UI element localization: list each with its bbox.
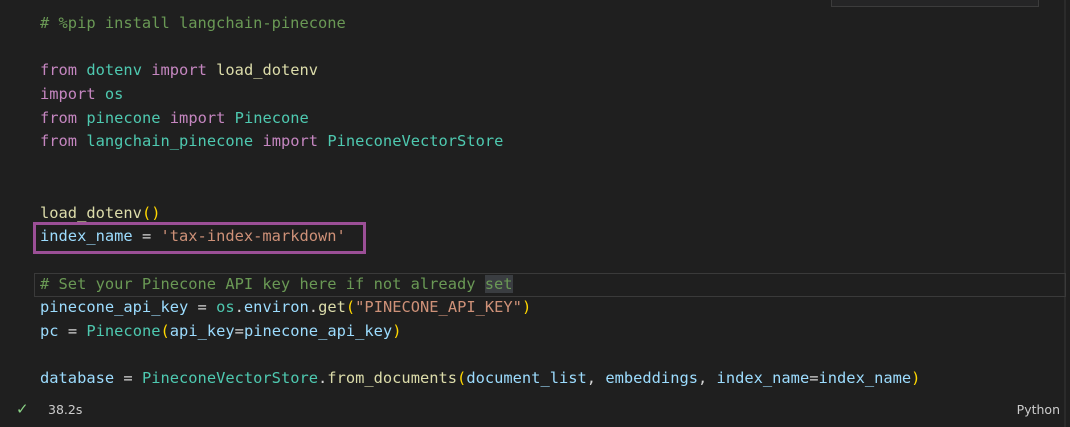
code-line[interactable]: pc = Pinecone(api_key=pinecone_api_key) (40, 320, 920, 344)
code-token: ( (457, 369, 467, 388)
code-token: "PINECONE_API_KEY" (355, 298, 522, 317)
code-token: embeddings (605, 369, 698, 388)
code-token: ( (345, 298, 356, 317)
code-token: , (586, 369, 606, 388)
execution-time: 38.2s (48, 402, 83, 417)
code-line[interactable] (40, 178, 920, 202)
code-token: dotenv (86, 61, 142, 80)
annotation-highlight-box (33, 222, 366, 254)
code-token: database (40, 369, 115, 388)
code-token: import (169, 108, 226, 127)
cell-status-bar: ✓ 38.2s Python (0, 398, 1066, 424)
code-token: ( (160, 321, 170, 340)
code-line[interactable]: database = PineconeVectorStore.from_docu… (40, 367, 920, 391)
check-icon: ✓ (16, 400, 29, 418)
code-token: index_name (818, 369, 912, 388)
code-line[interactable] (40, 36, 920, 60)
code-token: set (484, 274, 513, 293)
code-line[interactable]: from pinecone import Pinecone (40, 107, 920, 131)
code-token: pinecone_api_key (40, 298, 189, 317)
code-token: Pinecone (234, 108, 309, 127)
code-token: pc (40, 321, 59, 340)
code-token: import (262, 132, 319, 151)
code-token: load_dotenv (216, 61, 319, 80)
code-token: from (40, 108, 78, 127)
code-line[interactable]: # Set your Pinecone API key here if not … (40, 273, 920, 297)
code-token: get (318, 298, 346, 317)
code-token: = (188, 298, 217, 317)
code-token: import (40, 85, 96, 104)
code-token: api_key (169, 321, 235, 340)
code-token: pinecone (86, 108, 161, 127)
code-line[interactable]: # %pip install langchain-pinecone (40, 12, 920, 36)
find-widget[interactable] (831, 0, 1039, 7)
code-token: , (698, 369, 717, 388)
code-token: os (216, 298, 235, 317)
code-token: pinecone_api_key (243, 321, 393, 340)
code-token: . (308, 298, 319, 317)
code-token: . (318, 369, 328, 388)
code-token: from (40, 61, 78, 80)
code-token: from (40, 132, 78, 151)
code-token: PineconeVectorStore (141, 369, 319, 388)
code-editor[interactable]: # %pip install langchain-pinecone from d… (40, 12, 920, 391)
code-token: ) (911, 369, 921, 388)
code-line[interactable]: from langchain_pinecone import PineconeV… (40, 130, 920, 154)
code-token: document_list (466, 369, 587, 388)
code-token: () (141, 203, 161, 222)
code-token: = (234, 321, 244, 340)
code-token: Pinecone (86, 321, 161, 340)
code-line[interactable]: pinecone_api_key = os.environ.get("PINEC… (40, 296, 920, 320)
code-token: langchain_pinecone (86, 132, 254, 151)
notebook-code-cell[interactable]: # %pip install langchain-pinecone from d… (0, 0, 1066, 427)
code-token: = (809, 369, 819, 388)
cell-language-picker[interactable]: Python (1017, 402, 1060, 417)
code-token: = (114, 369, 142, 388)
code-token: ) (521, 298, 532, 317)
code-token: PineconeVectorStore (327, 132, 504, 151)
code-token: import (151, 61, 207, 80)
code-token: from_documents (327, 369, 458, 388)
code-line[interactable]: from dotenv import load_dotenv (40, 59, 920, 83)
code-token: os (104, 85, 124, 104)
code-token: = (58, 321, 87, 340)
code-token: ) (392, 321, 402, 340)
code-token: # Set your Pinecone API key here if not … (40, 274, 485, 293)
code-line[interactable] (40, 344, 920, 368)
code-token: load_dotenv (40, 203, 142, 222)
code-token: environ (243, 298, 309, 317)
code-token: index_name (716, 369, 810, 388)
code-line[interactable] (40, 154, 920, 178)
code-line[interactable]: import os (40, 83, 920, 107)
code-token: # %pip install langchain-pinecone (40, 14, 346, 32)
code-token: . (234, 298, 244, 317)
